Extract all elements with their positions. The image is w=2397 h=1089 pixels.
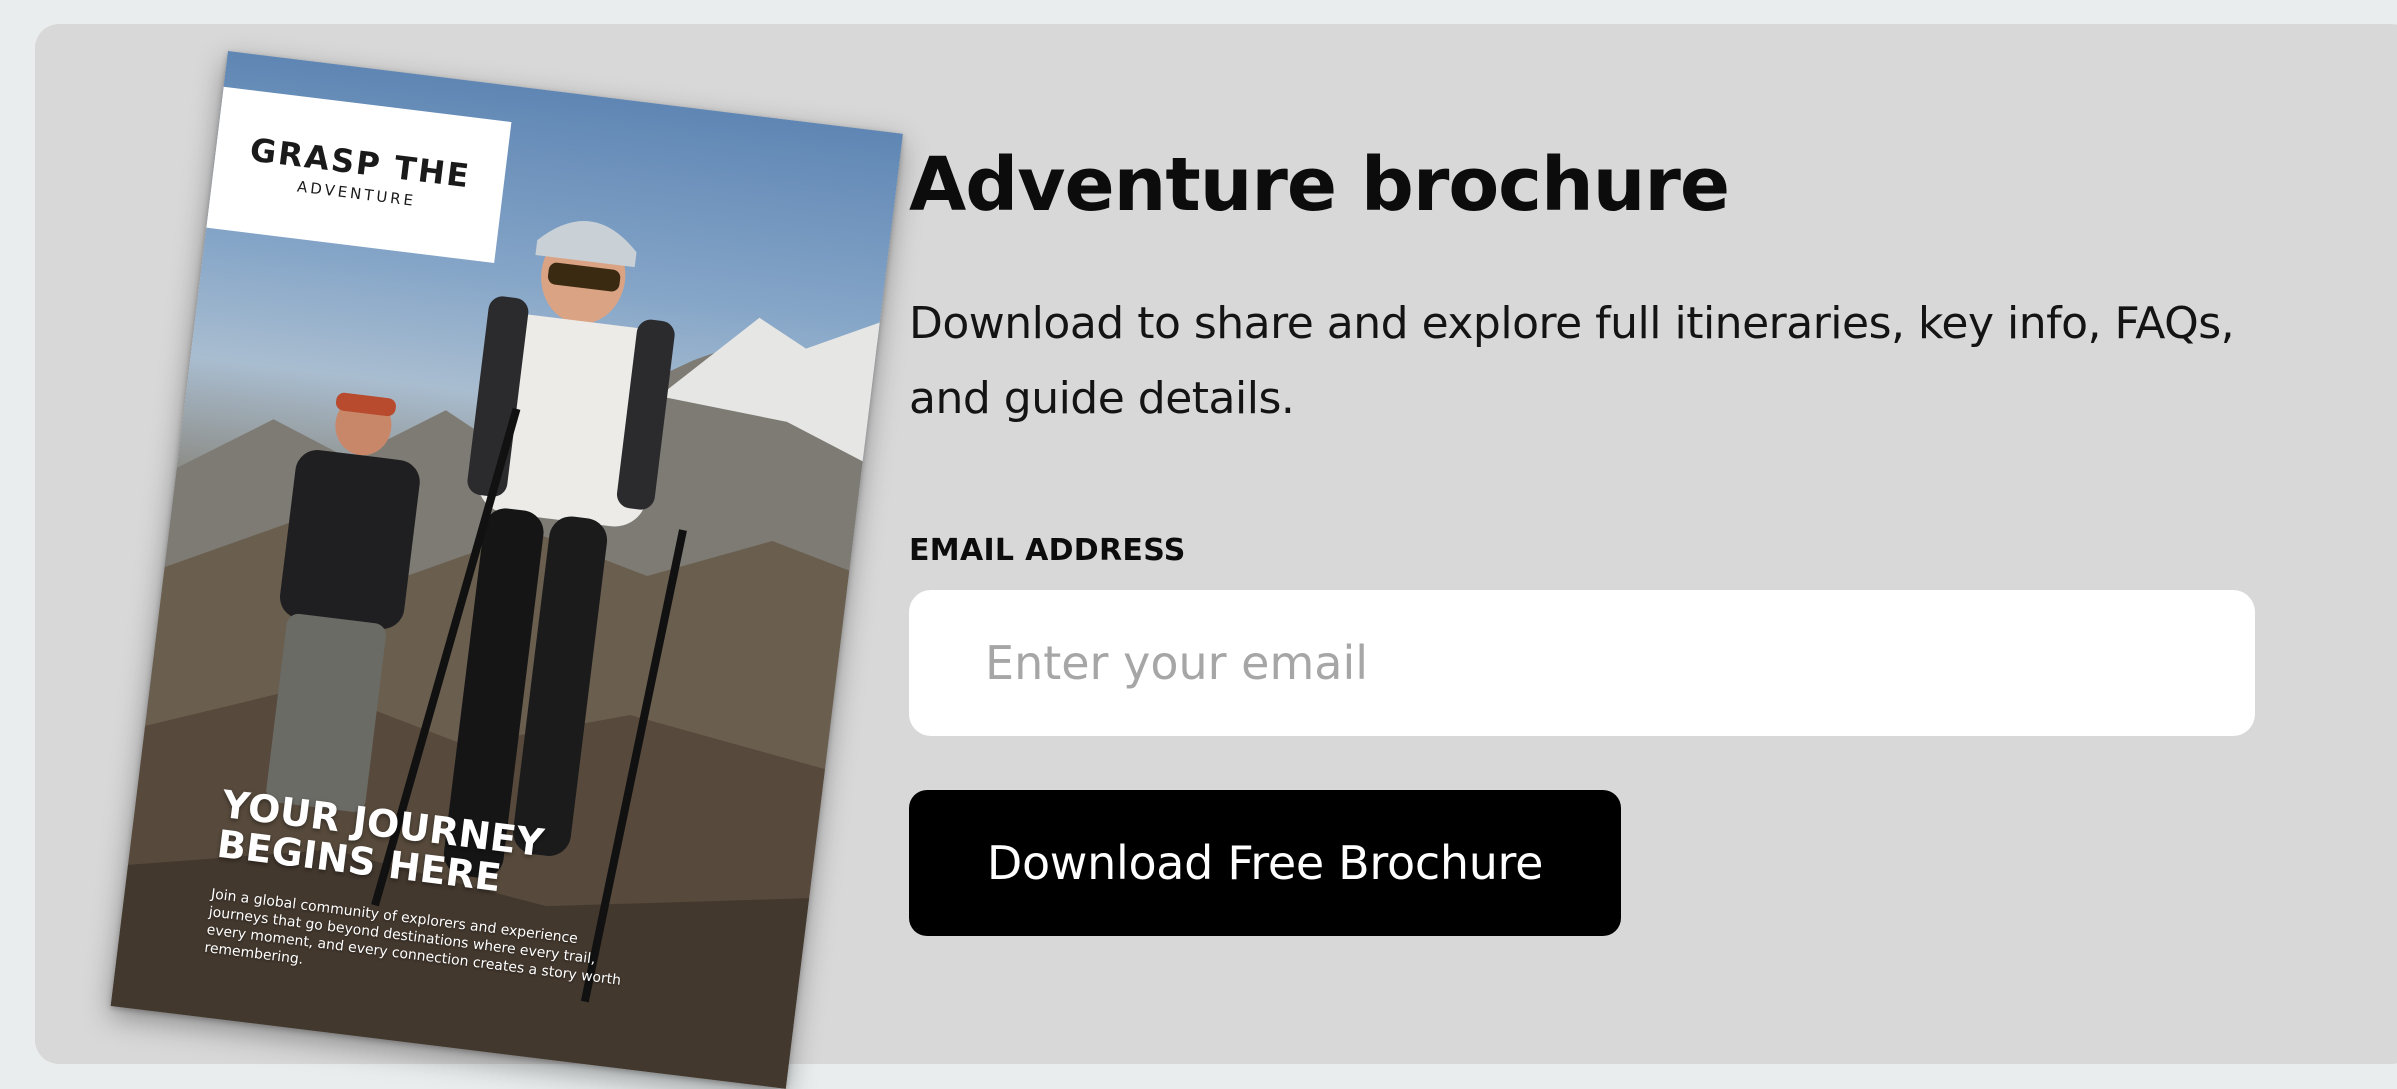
logo-main-text: GRASP THE [247,130,473,196]
page-title: Adventure brochure [909,142,1730,228]
page-description: Download to share and explore full itine… [909,298,2235,424]
brochure-cover-image: GRASP THE ADVENTURE YOUR JOURNEY BEGINS … [110,51,903,1089]
email-input[interactable] [909,590,2255,736]
download-brochure-button[interactable]: Download Free Brochure [909,790,1621,936]
email-label: EMAIL ADDRESS [909,533,1186,568]
